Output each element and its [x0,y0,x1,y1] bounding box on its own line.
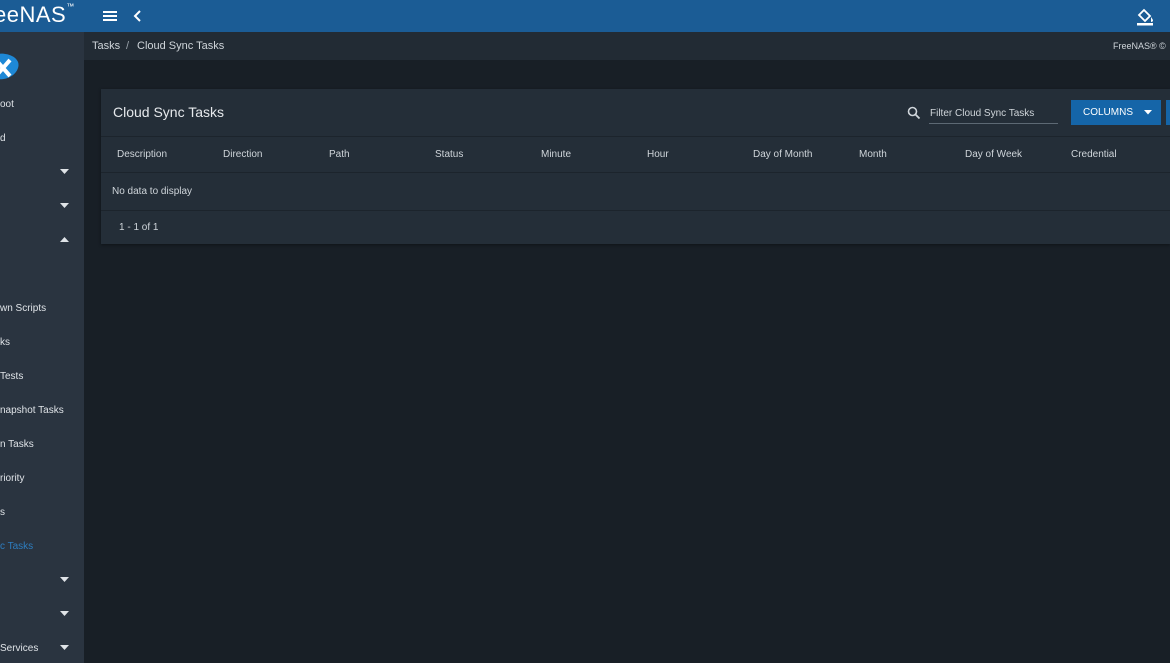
sidebar-item-resilver-priority[interactable]: riority [0,467,84,491]
breadcrumb-separator: / [126,40,130,52]
empty-message: No data to display [112,186,193,197]
search-icon [907,106,921,120]
column-header-day-of-month[interactable]: Day of Month [753,149,812,160]
column-header-credential[interactable]: Credential [1071,149,1117,160]
menu-icon[interactable] [101,7,119,25]
brand-logo-text: eeNAS™ [0,2,75,28]
sidebar-item-label: wn Scripts [0,303,47,314]
sidebar-item-boot[interactable]: oot [0,93,84,117]
sidebar-item-smart-tests[interactable]: Tests [0,365,84,389]
paint-bucket-icon[interactable] [1134,5,1156,27]
sidebar: oot d wn Scripts ks Tests napshot Tasks … [0,32,84,663]
sidebar-item-label: d [0,133,6,144]
breadcrumb: Tasks / Cloud Sync Tasks FreeNAS® © [84,32,1170,60]
sidebar-item-label: Tests [0,371,24,382]
sidebar-item-collapsed-3[interactable] [0,569,84,593]
columns-button[interactable]: COLUMNS [1071,100,1161,125]
column-header-day-of-week[interactable]: Day of Week [965,149,1022,160]
sidebar-item-rsync-tasks[interactable]: ks [0,331,84,355]
pagination-summary: 1 - 1 of 1 [119,222,159,233]
column-header-month[interactable]: Month [859,149,887,160]
column-header-status[interactable]: Status [435,149,463,160]
chevron-up-icon [60,237,69,242]
copyright-text: FreeNAS® © [1113,41,1166,51]
sidebar-item-cloud-sync-tasks[interactable]: c Tasks [0,535,84,559]
chevron-left-icon[interactable] [131,7,145,25]
filter-input[interactable] [929,103,1058,124]
sidebar-item-periodic-snapshot-tasks[interactable]: napshot Tasks [0,399,84,423]
table-empty-row: No data to display [101,172,1170,211]
sidebar-item-collapsed-2[interactable] [0,195,84,219]
sidebar-item-init-shutdown-scripts[interactable]: wn Scripts [0,297,84,321]
sidebar-item-label: riority [0,473,25,484]
sidebar-item-dashboard[interactable]: d [0,127,84,151]
column-header-direction[interactable]: Direction [223,149,262,160]
sidebar-item-label: oot [0,99,14,110]
column-header-path[interactable]: Path [329,149,350,160]
page-title: Cloud Sync Tasks [113,104,225,120]
sidebar-item-replication-tasks[interactable]: n Tasks [0,433,84,457]
sidebar-item-collapsed-4[interactable] [0,603,84,627]
sidebar-item-label: n Tasks [0,439,34,450]
chevron-down-icon [60,203,69,208]
sidebar-item-label: c Tasks [0,541,34,552]
chevron-down-icon [60,645,69,650]
brand-name: eeNAS [0,2,67,27]
column-header-description[interactable]: Description [117,149,167,160]
sidebar-item-label: ks [0,337,10,348]
sidebar-item-label: Services [0,643,39,654]
actions-button[interactable] [1166,100,1170,125]
top-toolbar: eeNAS™ [0,0,1170,32]
chevron-down-icon [1144,110,1152,115]
breadcrumb-current: Cloud Sync Tasks [137,40,225,52]
sidebar-item-scrub-tasks[interactable]: s [0,501,84,525]
sidebar-item-services[interactable]: Services [0,637,84,661]
breadcrumb-tasks-link[interactable]: Tasks [92,40,120,52]
sidebar-item-label: napshot Tasks [0,405,64,416]
chevron-down-icon [60,611,69,616]
chevron-down-icon [60,169,69,174]
column-header-hour[interactable]: Hour [647,149,669,160]
chevron-down-icon [60,577,69,582]
sidebar-item-tasks[interactable] [0,229,84,253]
brand-trademark: ™ [66,2,75,11]
cloud-sync-tasks-card: Cloud Sync Tasks COLUMNS Description Dir… [101,89,1170,244]
column-header-minute[interactable]: Minute [541,149,571,160]
sidebar-item-collapsed-1[interactable] [0,161,84,185]
table-header-row: Description Direction Path Status Minute… [101,136,1170,172]
columns-button-label: COLUMNS [1083,107,1134,118]
freenas-logo-icon [0,53,19,80]
sidebar-item-label: s [0,507,5,518]
